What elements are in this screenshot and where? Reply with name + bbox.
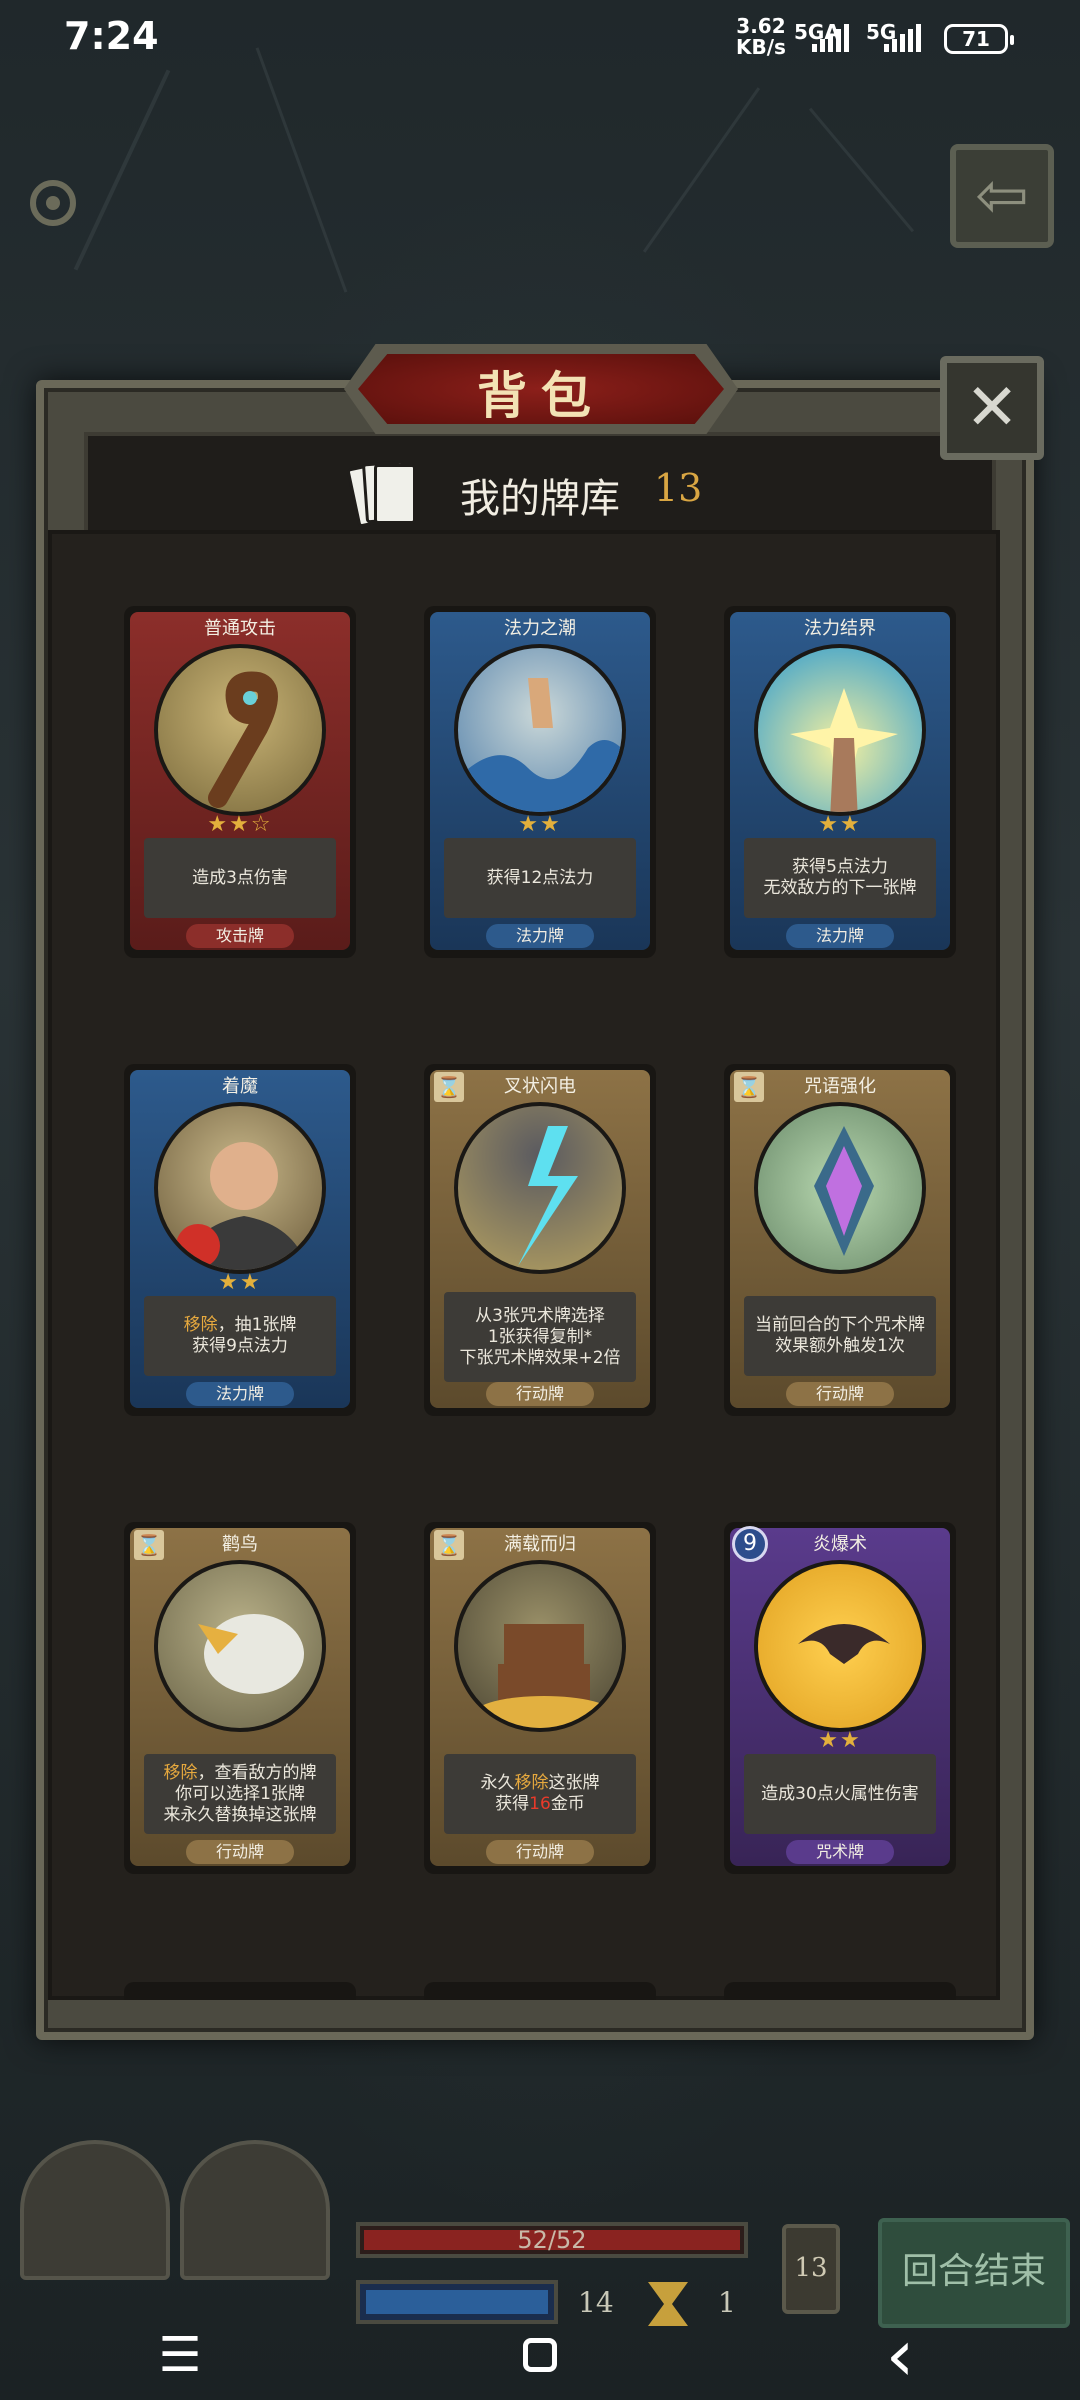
battery-icon: 71 [944,24,1014,54]
close-button[interactable]: ✕ [940,356,1044,460]
back-icon: ‹ [885,2313,915,2397]
home-button[interactable] [495,2315,585,2395]
stork-art-icon [154,1560,326,1732]
back-arrow-button[interactable]: ⇦ [950,144,1054,248]
deck-count: 13 [654,466,703,510]
dialog-title: 背包 [477,367,605,425]
card-fork-lightning[interactable]: ⌛ 叉状闪电 从3张咒术牌选择 1张获得复制* 下张咒术牌效果+2倍 行动牌 [424,1064,656,1416]
hero-portraits [20,2140,350,2280]
status-bar: 7:24 3.62 KB/s 5GA 5G 71 [0,0,1080,80]
signal-icon-2 [884,22,921,52]
card-mana-tide[interactable]: 法力之潮 ★★ 获得12点法力 法力牌 [424,606,656,958]
menu-icon: ☰ [158,2327,202,2383]
system-nav-bar: ☰ ‹ [0,2310,1080,2400]
card-peek[interactable] [424,1982,656,2000]
treasure-chest-art-icon [454,1560,626,1732]
fire-bat-art-icon [754,1560,926,1732]
arrow-left-icon: ⇦ [975,159,1029,233]
clock: 7:24 [64,14,159,58]
hp-value: 52/52 [517,2226,587,2254]
dialog-title-plate: 背包 [344,344,738,434]
crystal-art-icon [754,1102,926,1274]
signal-icon [812,22,849,52]
settings-gear-icon[interactable] [30,180,76,226]
possessed-man-art-icon [154,1102,326,1274]
wave-hand-art-icon [454,644,626,816]
card-pyroblast[interactable]: 9 炎爆术 ★★ 造成30点火属性伤害 咒术牌 [724,1522,956,1874]
home-icon [523,2338,557,2372]
door-portrait[interactable] [180,2140,330,2280]
back-button[interactable]: ‹ [855,2313,945,2397]
close-icon: ✕ [965,371,1019,445]
network-speed: 3.62 KB/s [736,14,786,59]
card-basic-attack[interactable]: 普通攻击 ★★☆ 造成3点伤害 攻击牌 [124,606,356,958]
cards-icon [346,458,416,528]
barrier-hand-art-icon [754,644,926,816]
deck-title: 我的牌库 [460,476,620,522]
card-spell-enhance[interactable]: ⌛ 咒语强化 当前回合的下个咒术牌 效果额外触发1次 行动牌 [724,1064,956,1416]
lightning-art-icon [454,1102,626,1274]
hero-portrait[interactable] [20,2140,170,2280]
card-possessed[interactable]: 着魔 ★★ 移除，抽1张牌 获得9点法力 法力牌 [124,1064,356,1416]
card-full-return[interactable]: ⌛ 满载而归 永久移除这张牌 获得16金币 行动牌 [424,1522,656,1874]
card-stork[interactable]: ⌛ 鹳鸟 移除，查看敌方的牌 你可以选择1张牌 来永久替换掉这张牌 行动牌 [124,1522,356,1874]
card-peek[interactable] [724,1982,956,2000]
card-mana-barrier[interactable]: 法力结界 ★★ 获得5点法力 无效敌方的下一张牌 法力牌 [724,606,956,958]
draw-pile-button[interactable]: 13 [782,2224,840,2314]
card-peek[interactable] [124,1982,356,2000]
recent-apps-button[interactable]: ☰ [135,2315,225,2395]
staff-art-icon [154,644,326,816]
